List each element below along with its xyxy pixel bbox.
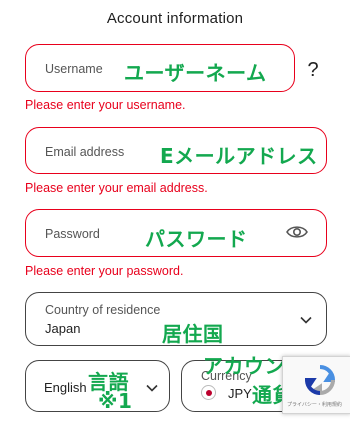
chevron-down-icon [300, 316, 312, 324]
currency-value: JPY [228, 386, 252, 401]
chevron-down-icon [146, 384, 158, 392]
username-placeholder: Username [45, 62, 103, 76]
page-title: Account information [106, 10, 244, 27]
password-placeholder: Password [45, 227, 100, 241]
recaptcha-text[interactable]: プライバシー・利用規約 [287, 401, 342, 408]
country-label: Country of residence [45, 303, 161, 317]
email-error: Please enter your email address. [25, 181, 208, 195]
language-value: English [44, 380, 87, 395]
username-error: Please enter your username. [25, 98, 186, 112]
language-annotation-note: ※1 [98, 389, 133, 413]
email-placeholder: Email address [45, 145, 125, 159]
flag-jp-icon [201, 385, 216, 400]
recaptcha-badge[interactable]: プライバシー・利用規約 [282, 356, 350, 414]
country-annotation: 居住国 [162, 322, 224, 346]
help-icon[interactable]: ? [303, 58, 323, 82]
username-annotation: ユーザーネーム [124, 61, 267, 85]
recaptcha-icon [304, 365, 336, 396]
password-annotation: パスワード [145, 227, 248, 251]
password-error: Please enter your password. [25, 264, 184, 278]
email-annotation: Eメールアドレス [160, 144, 318, 168]
country-value: Japan [45, 321, 81, 336]
eye-icon[interactable] [286, 224, 308, 240]
